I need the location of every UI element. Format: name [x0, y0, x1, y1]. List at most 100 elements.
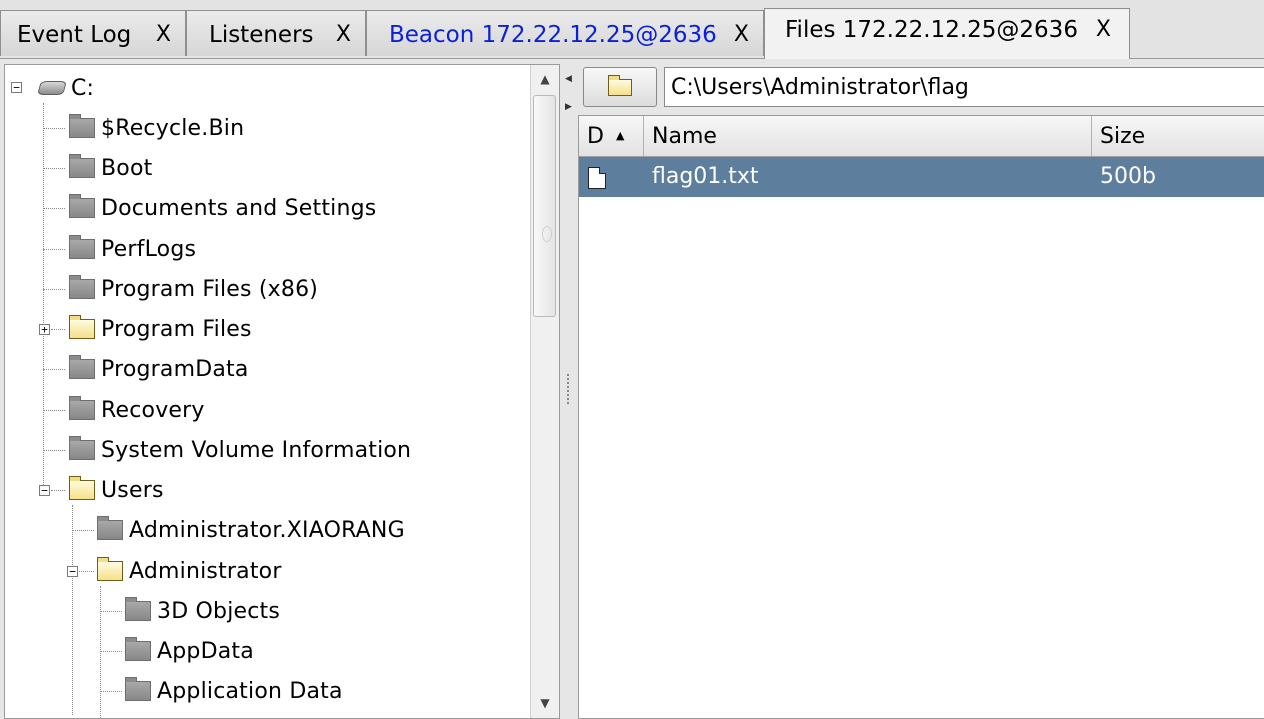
tree-connector	[43, 410, 65, 411]
tree-connector	[43, 168, 65, 169]
tree-item[interactable]: Boot	[69, 148, 152, 188]
folder-icon	[69, 194, 95, 218]
tab-close-button[interactable]: X	[336, 12, 351, 58]
column-header-label: Name	[652, 124, 717, 149]
scroll-up-icon[interactable]: ▲	[531, 65, 559, 93]
tree-connector	[79, 571, 94, 572]
tree-item-label: Program Files (x86)	[101, 276, 319, 302]
tree-item[interactable]: $Recycle.Bin	[69, 108, 244, 148]
tree-item-label: Program Files	[101, 316, 252, 342]
collapse-right-icon[interactable]: ▶	[565, 102, 572, 112]
tree-item[interactable]: Users	[69, 470, 164, 510]
tree-item[interactable]: Recovery	[69, 390, 205, 430]
folder-icon	[69, 114, 95, 138]
tree-expander-root[interactable]: −	[11, 82, 22, 93]
column-header-size[interactable]: Size	[1092, 116, 1264, 156]
tree-item-label: 3D Objects	[157, 598, 281, 624]
tree-item-label: PerfLogs	[101, 236, 197, 262]
tab-files[interactable]: Files 172.22.12.25@2636 X	[764, 8, 1130, 59]
tree-expander-administrator[interactable]: −	[67, 566, 78, 577]
tree-connector	[72, 505, 73, 715]
tree-item[interactable]: Documents and Settings	[69, 188, 376, 228]
tree-item-label: Administrator	[129, 558, 282, 584]
tree-item[interactable]: PerfLogs	[69, 229, 196, 269]
table-row[interactable]: flag01.txt 500b	[579, 157, 1264, 197]
tree-item[interactable]: Application Data	[125, 671, 343, 711]
split-pane-divider[interactable]: ◀ ▶	[561, 64, 577, 719]
file-list[interactable]: D ▲ Name Size flag01.txt 500b	[578, 115, 1264, 719]
directory-tree[interactable]: − + − − C: $Recycle.Bin Boot Documents a…	[4, 64, 560, 719]
open-folder-icon	[69, 476, 95, 500]
tree-item-label: Boot	[101, 155, 153, 181]
tree-item[interactable]: Administrator	[97, 551, 282, 591]
tree-item[interactable]: Administrator.XIAORANG	[97, 510, 405, 550]
tree-connector	[43, 128, 65, 129]
tab-label: Files 172.22.12.25@2636	[785, 17, 1078, 43]
column-header-name[interactable]: Name	[644, 116, 1092, 156]
folder-icon	[69, 275, 95, 299]
tree-item-label: Users	[101, 477, 164, 503]
tree-connector	[43, 249, 65, 250]
drive-icon	[37, 81, 67, 95]
tab-close-button[interactable]: X	[734, 12, 749, 58]
scrollbar-thumb[interactable]	[533, 95, 556, 317]
tree-connector	[51, 329, 65, 330]
tree-connector	[43, 289, 65, 290]
tree-connector	[51, 490, 65, 491]
column-header-d[interactable]: D ▲	[579, 116, 644, 156]
tab-event-log[interactable]: Event Log X	[0, 10, 186, 56]
tree-connector	[43, 450, 65, 451]
tree-connector	[43, 208, 65, 209]
parent-folder-button[interactable]	[583, 67, 657, 107]
tree-expander-program-files[interactable]: +	[39, 324, 50, 335]
tree-scrollbar[interactable]: ▲ ▼	[530, 65, 559, 718]
tree-connector	[100, 691, 122, 692]
tree-item-label: Application Data	[157, 678, 343, 704]
scrollbar-grip	[542, 226, 552, 242]
tree-connector	[72, 530, 94, 531]
folder-icon	[69, 235, 95, 259]
open-folder-icon	[69, 315, 95, 339]
tree-expander-users[interactable]: −	[39, 485, 50, 496]
tree-item-label: AppData	[157, 638, 254, 664]
folder-icon	[69, 355, 95, 379]
tab-label: Beacon 172.22.12.25@2636	[389, 22, 717, 48]
tree-connector	[100, 611, 122, 612]
path-input[interactable]	[664, 67, 1264, 107]
open-folder-icon	[608, 74, 632, 96]
sort-ascending-icon: ▲	[615, 129, 625, 142]
tab-beacon[interactable]: Beacon 172.22.12.25@2636 X	[366, 10, 764, 56]
tree-item-label: Recovery	[101, 397, 205, 423]
tab-listeners[interactable]: Listeners X	[186, 10, 366, 56]
folder-icon	[97, 516, 123, 540]
tree-item[interactable]: System Volume Information	[69, 430, 411, 470]
tab-bar: Event Log X Listeners X Beacon 172.22.12…	[0, 0, 1264, 59]
tree-item-drive-c[interactable]: C:	[37, 68, 95, 108]
scroll-down-icon[interactable]: ▼	[531, 689, 559, 717]
tree-item[interactable]: Program Files (x86)	[69, 269, 318, 309]
tree-connector	[43, 103, 44, 491]
tree-item[interactable]: ProgramData	[69, 349, 249, 389]
folder-icon	[125, 637, 151, 661]
file-size: 500b	[1100, 164, 1156, 189]
tree-item-label: $Recycle.Bin	[101, 115, 245, 141]
tab-close-button[interactable]: X	[1096, 7, 1111, 53]
tree-item[interactable]: AppData	[125, 631, 254, 671]
tab-close-button[interactable]: X	[156, 12, 171, 58]
folder-icon	[69, 396, 95, 420]
open-folder-icon	[97, 557, 123, 581]
tree-item-label: Administrator.XIAORANG	[129, 517, 405, 543]
tree-item[interactable]: 3D Objects	[125, 591, 280, 631]
tree-item-label: C:	[71, 75, 95, 101]
folder-icon	[69, 154, 95, 178]
tree-connector	[100, 586, 101, 718]
tab-label: Event Log	[17, 22, 132, 48]
tree-item-label: Documents and Settings	[101, 195, 377, 221]
tree-connector	[100, 651, 122, 652]
folder-icon	[125, 677, 151, 701]
column-header-label: D	[587, 124, 604, 149]
column-header-label: Size	[1100, 124, 1146, 149]
tree-item-label: System Volume Information	[101, 437, 412, 463]
collapse-left-icon[interactable]: ◀	[565, 74, 572, 84]
tree-item[interactable]: Program Files	[69, 309, 252, 349]
